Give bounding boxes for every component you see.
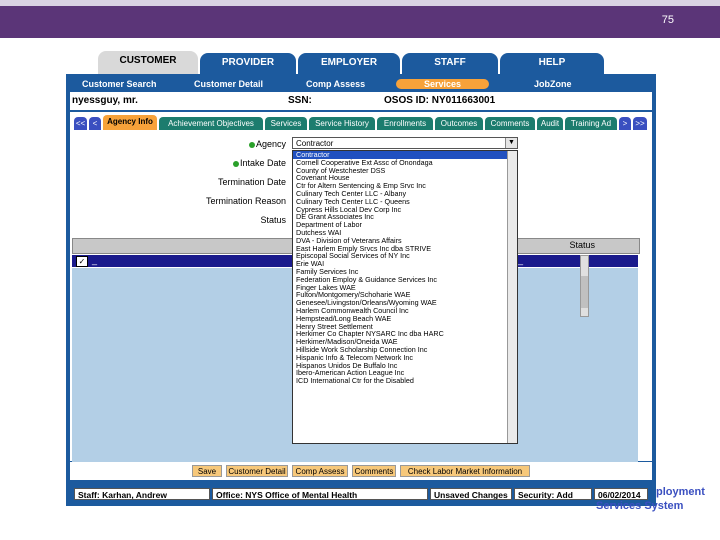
grid-header-status: Status	[569, 240, 595, 250]
tab-achievement-objectives[interactable]: Achievement Objectives	[159, 117, 263, 130]
grid-scrollbar[interactable]	[580, 255, 589, 317]
dropdown-option[interactable]: ICD International Ctr for the Disabled	[293, 377, 517, 385]
tab-training-ad[interactable]: Training Ad	[565, 117, 617, 130]
ssn-label: SSN:	[288, 95, 312, 106]
subnav-customer-detail[interactable]: Customer Detail	[194, 79, 263, 89]
row-cell: _	[92, 255, 98, 265]
osos-logo: ployment Services System	[596, 486, 706, 516]
status-unsaved: Unsaved Changes	[430, 488, 512, 500]
agency-dropdown-list[interactable]: Contractor Cornell Cooperative Ext Assc o…	[292, 150, 518, 444]
save-button[interactable]: Save	[192, 465, 222, 477]
customer-info-bar: nyessguy, mr. SSN: OSOS ID: NY011663001	[70, 92, 652, 110]
tab-customer[interactable]: CUSTOMER	[98, 51, 198, 75]
tab-enrollments[interactable]: Enrollments	[377, 117, 433, 130]
agency-info-panel: Agency Intake Date Termination Date Term…	[70, 131, 652, 464]
required-dot-icon	[232, 160, 239, 167]
button-bar: Save Customer Detail Comp Assess Comment…	[70, 462, 652, 480]
row-cell: _	[518, 255, 524, 265]
tab-employer[interactable]: EMPLOYER	[298, 53, 400, 75]
tab-first-button[interactable]: <<	[74, 117, 87, 130]
comp-assess-button[interactable]: Comp Assess	[292, 465, 348, 477]
dropdown-option[interactable]: Episcopal Social Services of NY Inc	[293, 252, 517, 260]
status-label: Status	[260, 215, 286, 225]
comments-button[interactable]: Comments	[352, 465, 396, 477]
customer-name: nyessguy, mr.	[72, 95, 138, 106]
tab-prev-button[interactable]: <	[89, 117, 101, 130]
inner-tab-row: << < Agency Info Achievement Objectives …	[70, 112, 652, 132]
logo-line2: Services System	[596, 500, 684, 512]
status-office: Office: NYS Office of Mental Health	[212, 488, 428, 500]
tab-comments[interactable]: Comments	[485, 117, 535, 130]
customer-detail-button[interactable]: Customer Detail	[226, 465, 288, 477]
tab-staff[interactable]: STAFF	[402, 53, 498, 75]
slide-number: 75	[661, 14, 674, 26]
row-checkbox[interactable]: ✓	[76, 256, 88, 267]
tab-agency-info[interactable]: Agency Info	[103, 115, 157, 130]
logo-line1: ployment	[656, 486, 705, 498]
status-security: Security: Add	[514, 488, 592, 500]
scrollbar-thumb[interactable]	[581, 276, 588, 308]
subnav-services[interactable]: Services	[396, 79, 490, 89]
tab-help[interactable]: HELP	[500, 53, 604, 75]
intake-date-label: Intake Date	[166, 158, 286, 168]
tab-next-button[interactable]: >	[619, 117, 631, 130]
osos-id: OSOS ID: NY011663001	[384, 95, 496, 106]
tab-outcomes[interactable]: Outcomes	[435, 117, 483, 130]
tab-audit[interactable]: Audit	[537, 117, 563, 130]
slide-header-bar: 75	[0, 0, 720, 38]
dropdown-scrollbar[interactable]	[507, 151, 517, 443]
subnav-customer-search[interactable]: Customer Search	[82, 79, 157, 89]
subnav-jobzone[interactable]: JobZone	[534, 79, 572, 89]
subnav-comp-assess[interactable]: Comp Assess	[306, 79, 365, 89]
required-dot-icon	[248, 141, 255, 148]
termination-reason-label: Termination Reason	[205, 196, 286, 206]
tab-last-button[interactable]: >>	[633, 117, 647, 130]
agency-select-value: Contractor	[296, 139, 334, 148]
chevron-down-icon[interactable]: ▼	[505, 138, 517, 148]
agency-select[interactable]: Contractor ▼	[292, 137, 518, 149]
application-window: Customer Search Customer Detail Comp Ass…	[66, 74, 656, 506]
tab-provider[interactable]: PROVIDER	[200, 53, 296, 75]
tab-services[interactable]: Services	[265, 117, 307, 130]
sub-navigation: Customer Search Customer Detail Comp Ass…	[66, 78, 656, 92]
check-labor-market-button[interactable]: Check Labor Market Information	[400, 465, 530, 477]
status-bar: Staff: Karhan, Andrew Office: NYS Office…	[70, 486, 652, 502]
dropdown-options: Contractor Cornell Cooperative Ext Assc o…	[293, 151, 517, 385]
status-staff: Staff: Karhan, Andrew	[74, 488, 210, 500]
tab-service-history[interactable]: Service History	[309, 117, 375, 130]
termination-date-label: Termination Date	[217, 177, 286, 187]
agency-label: Agency	[166, 139, 286, 149]
